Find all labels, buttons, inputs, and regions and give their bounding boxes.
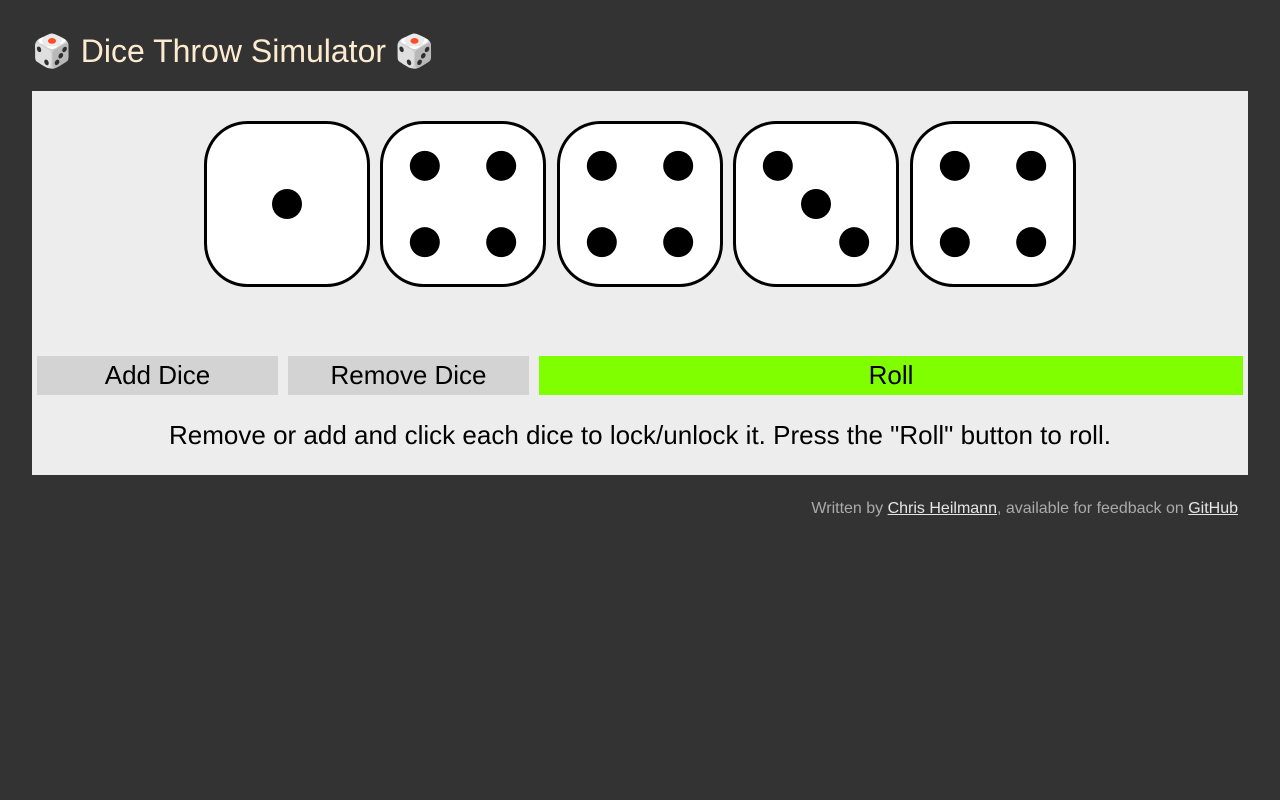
dice-1[interactable] bbox=[204, 121, 370, 287]
dice-face bbox=[380, 121, 546, 287]
footer-middle: , available for feedback on bbox=[996, 500, 1189, 517]
dice-face bbox=[910, 121, 1076, 287]
dice-face bbox=[557, 121, 723, 287]
dice-pip bbox=[663, 227, 694, 258]
dice-pip bbox=[486, 227, 517, 258]
dice-pip bbox=[663, 150, 694, 181]
dice-pip bbox=[839, 227, 870, 258]
footer: Written by Chris Heilmann, available for… bbox=[811, 499, 1238, 519]
dice-pip bbox=[409, 227, 440, 258]
dice-row bbox=[32, 121, 1248, 287]
dice-face bbox=[733, 121, 899, 287]
dice-face bbox=[204, 121, 370, 287]
dice-pip bbox=[486, 150, 517, 181]
dice-pip bbox=[586, 227, 617, 258]
dice-pip bbox=[801, 189, 831, 219]
github-link[interactable]: GitHub bbox=[1188, 500, 1238, 517]
instructions-text: Remove or add and click each dice to loc… bbox=[169, 420, 1111, 450]
dice-pip bbox=[762, 150, 793, 181]
dice-panel: Add Dice Remove Dice Roll Remove or add … bbox=[32, 91, 1248, 475]
add-dice-button[interactable]: Add Dice bbox=[37, 356, 278, 395]
dice-icon: 🎲 bbox=[394, 32, 435, 70]
dice-body bbox=[910, 121, 1076, 287]
remove-dice-button[interactable]: Remove Dice bbox=[288, 356, 529, 395]
dice-pip bbox=[409, 150, 440, 181]
dice-pip bbox=[272, 189, 302, 219]
dice-body bbox=[380, 121, 546, 287]
footer-prefix: Written by bbox=[811, 500, 888, 517]
dice-pip bbox=[1016, 150, 1047, 181]
roll-button[interactable]: Roll bbox=[539, 356, 1243, 395]
dice-pip bbox=[939, 227, 970, 258]
dice-2[interactable] bbox=[380, 121, 546, 287]
dice-3[interactable] bbox=[557, 121, 723, 287]
author-link[interactable]: Chris Heilmann bbox=[888, 500, 997, 517]
dice-pip bbox=[586, 150, 617, 181]
dice-pip bbox=[939, 150, 970, 181]
page-title-text: Dice Throw Simulator bbox=[80, 33, 387, 69]
dice-4[interactable] bbox=[733, 121, 899, 287]
dice-pip bbox=[1016, 227, 1047, 258]
page-title: 🎲 Dice Throw Simulator 🎲 bbox=[32, 30, 435, 72]
dice-5[interactable] bbox=[910, 121, 1076, 287]
dice-body bbox=[557, 121, 723, 287]
dice-icon: 🎲 bbox=[32, 32, 72, 70]
